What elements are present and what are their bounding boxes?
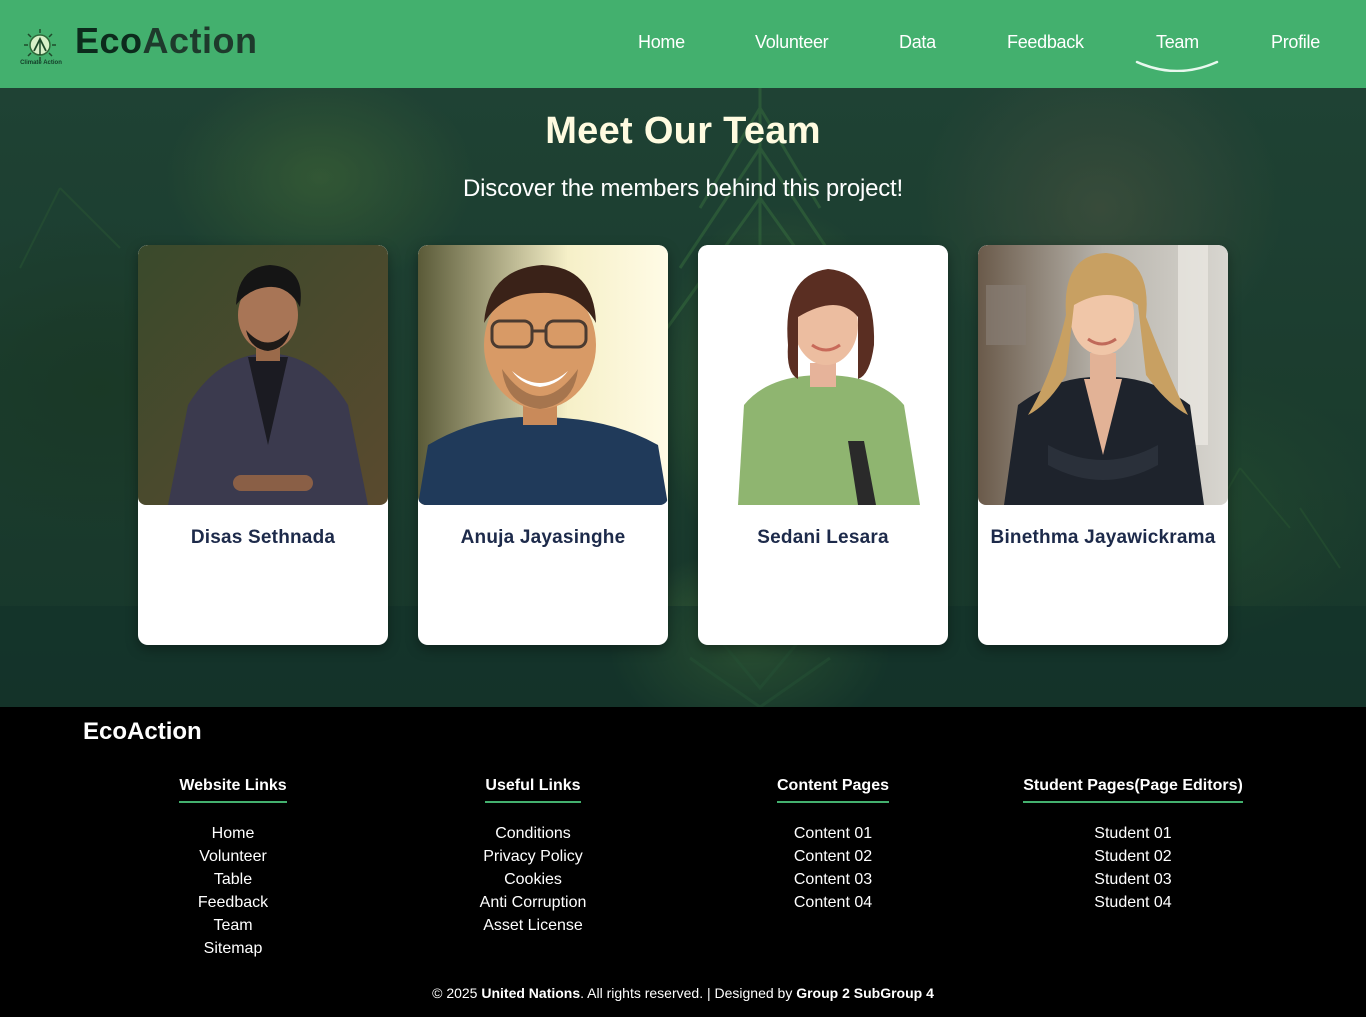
team-card-binethma[interactable]: Binethma Jayawickrama (978, 245, 1228, 645)
footer-col-title: Useful Links (485, 777, 581, 803)
footer-col-student-pages: Student Pages(Page Editors) Student 01 S… (983, 777, 1283, 914)
footer-link-content-01[interactable]: Content 01 (683, 822, 983, 845)
avatar (138, 245, 388, 505)
copyright-prefix: © 2025 (432, 985, 482, 1001)
team-member-name: Binethma Jayawickrama (990, 527, 1216, 548)
nav-volunteer[interactable]: Volunteer (755, 32, 829, 53)
team-member-name: Sedani Lesara (757, 527, 889, 548)
footer-col-title: Website Links (179, 777, 287, 803)
nav-home[interactable]: Home (638, 32, 685, 53)
footer-col-website-links: Website Links Home Volunteer Table Feedb… (83, 777, 383, 960)
footer-col-title: Content Pages (776, 777, 889, 803)
footer-col-title: Student Pages(Page Editors) (1023, 777, 1243, 803)
team-member-name: Disas Sethnada (190, 527, 336, 548)
site-header: Climate Action EcoAction Home Volunteer … (0, 0, 1366, 88)
copyright-middle: . All rights reserved. | Designed by (580, 985, 797, 1001)
footer-col-content-pages: Content Pages Content 01 Content 02 Cont… (683, 777, 983, 914)
footer-link-cookies[interactable]: Cookies (383, 868, 683, 891)
brand-title[interactable]: EcoAction (75, 20, 258, 62)
footer-link-asset-license[interactable]: Asset License (383, 914, 683, 937)
copyright-designer: Group 2 SubGroup 4 (796, 985, 934, 1001)
nav-profile[interactable]: Profile (1271, 32, 1320, 53)
footer-link-conditions[interactable]: Conditions (383, 822, 683, 845)
avatar (978, 245, 1228, 505)
team-member-name: Anuja Jayasinghe (460, 527, 626, 548)
footer-link-volunteer[interactable]: Volunteer (83, 845, 383, 868)
page-title: Meet Our Team (545, 110, 821, 152)
footer-col-useful-links: Useful Links Conditions Privacy Policy C… (383, 777, 683, 937)
footer-link-table[interactable]: Table (83, 868, 383, 891)
footer-link-feedback[interactable]: Feedback (83, 891, 383, 914)
team-card-sedani[interactable]: Sedani Lesara (698, 245, 948, 645)
footer-link-student-01[interactable]: Student 01 (983, 822, 1283, 845)
brand-title-part2: Action (142, 20, 258, 61)
footer-link-sitemap[interactable]: Sitemap (83, 937, 383, 960)
footer-link-content-04[interactable]: Content 04 (683, 891, 983, 914)
footer-link-team[interactable]: Team (83, 914, 383, 937)
avatar (698, 245, 948, 505)
copyright-org: United Nations (481, 985, 581, 1001)
page-subtitle: Discover the members behind this project… (463, 175, 903, 202)
footer-link-student-03[interactable]: Student 03 (983, 868, 1283, 891)
nav-team[interactable]: Team (1156, 32, 1199, 53)
footer-link-student-04[interactable]: Student 04 (983, 891, 1283, 914)
footer-link-home[interactable]: Home (83, 822, 383, 845)
nav-feedback[interactable]: Feedback (1007, 32, 1084, 53)
team-card-anuja[interactable]: Anuja Jayasinghe (418, 245, 668, 645)
logo-caption: Climate Action (20, 60, 62, 66)
footer-link-content-02[interactable]: Content 02 (683, 845, 983, 868)
footer-link-content-03[interactable]: Content 03 (683, 868, 983, 891)
team-card-disas[interactable]: Disas Sethnada (138, 245, 388, 645)
footer-link-privacy-policy[interactable]: Privacy Policy (383, 845, 683, 868)
nav-active-indicator (1135, 58, 1219, 73)
copyright-notice: © 2025 United Nations. All rights reserv… (0, 985, 1366, 1001)
footer-link-anti-corruption[interactable]: Anti Corruption (383, 891, 683, 914)
footer-brand: EcoAction (83, 718, 202, 745)
footer-link-student-02[interactable]: Student 02 (983, 845, 1283, 868)
team-hero-section: Meet Our Team Discover the members behin… (0, 88, 1366, 707)
nav-data[interactable]: Data (899, 32, 936, 53)
site-footer: EcoAction Website Links Home Volunteer T… (0, 707, 1366, 1017)
brand-title-part1: Eco (75, 20, 143, 61)
avatar (418, 245, 668, 505)
